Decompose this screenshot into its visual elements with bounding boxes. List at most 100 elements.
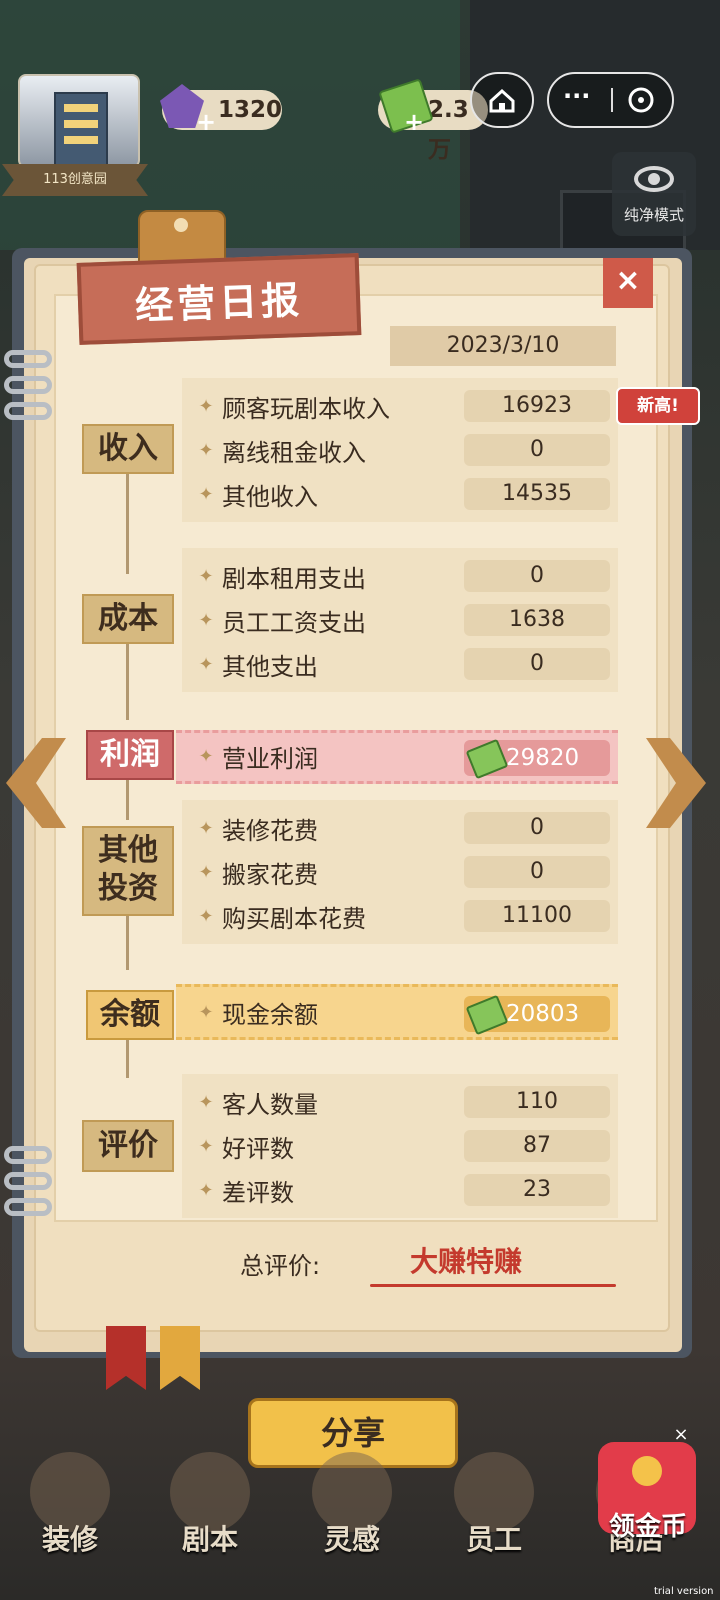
category-rating: 评价 bbox=[82, 1120, 174, 1172]
nav-item-staff[interactable]: 员工 bbox=[434, 1442, 554, 1600]
sparkle-icon: ✦ bbox=[198, 483, 214, 505]
category-cost: 成本 bbox=[82, 594, 174, 644]
chevron-left-icon bbox=[6, 738, 66, 828]
list-item: ✦ 差评数 bbox=[190, 1168, 460, 1212]
category-profit: 利润 bbox=[86, 730, 174, 780]
sparkle-icon: ✦ bbox=[198, 609, 214, 631]
list-item: ✦ 其他收入 bbox=[190, 472, 460, 516]
sparkle-icon: ✦ bbox=[198, 395, 214, 417]
binder-ring bbox=[4, 1146, 52, 1164]
sparkle-icon: ✦ bbox=[198, 653, 214, 675]
sparkle-icon: ✦ bbox=[198, 905, 214, 927]
item-label: 离线租金收入 bbox=[222, 438, 366, 467]
coin-icon bbox=[632, 1456, 662, 1486]
list-item: ✦ 现金余额 bbox=[190, 990, 450, 1034]
sparkle-icon: ✦ bbox=[198, 565, 214, 587]
report-date: 2023/3/10 bbox=[390, 326, 616, 366]
nav-label: 剧本 bbox=[181, 1523, 238, 1556]
nav-item-inspiration[interactable]: 灵感 bbox=[292, 1442, 412, 1600]
eye-icon bbox=[634, 166, 674, 192]
list-item: ✦ 装修花费 bbox=[190, 806, 460, 850]
home-button[interactable] bbox=[470, 72, 534, 128]
building-label: 113创意园 bbox=[2, 164, 148, 196]
report-title: 经营日报 bbox=[134, 277, 304, 328]
item-label: 好评数 bbox=[222, 1134, 294, 1163]
new-high-badge: 新高! bbox=[616, 387, 700, 425]
summary-label: 总评价: bbox=[240, 1252, 321, 1280]
sparkle-icon: ✦ bbox=[198, 817, 214, 839]
sparkle-icon: ✦ bbox=[198, 1135, 214, 1157]
item-value: 0 bbox=[464, 434, 610, 466]
sparkle-icon: ✦ bbox=[198, 1001, 214, 1023]
coin-button-label[interactable]: 领金币 bbox=[596, 1506, 700, 1543]
item-value: 110 bbox=[464, 1086, 610, 1118]
category-connector bbox=[126, 914, 129, 970]
pure-mode-button[interactable]: 纯净模式 bbox=[612, 152, 696, 236]
nav-label: 装修 bbox=[41, 1523, 98, 1556]
nav-label: 灵感 bbox=[323, 1523, 380, 1556]
item-value: 0 bbox=[464, 560, 610, 592]
list-item: ✦ 购买剧本花费 bbox=[190, 894, 460, 938]
item-label: 营业利润 bbox=[222, 744, 318, 773]
item-value: 87 bbox=[464, 1130, 610, 1162]
close-icon[interactable]: × bbox=[670, 1424, 692, 1446]
miniprogram-capsule: ··· bbox=[547, 72, 674, 128]
sparkle-icon: ✦ bbox=[198, 1179, 214, 1201]
item-label: 客人数量 bbox=[222, 1090, 318, 1119]
prev-page-button[interactable] bbox=[6, 738, 66, 828]
item-label: 搬家花费 bbox=[222, 860, 318, 889]
sparkle-icon: ✦ bbox=[198, 861, 214, 883]
add-cash-icon[interactable]: + bbox=[402, 110, 426, 134]
binder-ring bbox=[4, 402, 52, 420]
category-balance: 余额 bbox=[86, 990, 174, 1040]
item-label: 剧本租用支出 bbox=[222, 564, 366, 593]
verdict-underline bbox=[370, 1284, 616, 1287]
binder-ring bbox=[4, 376, 52, 394]
list-item: ✦ 好评数 bbox=[190, 1124, 460, 1168]
list-item: ✦ 其他支出 bbox=[190, 642, 460, 686]
category-investment-line2: 投资 bbox=[98, 871, 158, 906]
item-value: 1638 bbox=[464, 604, 610, 636]
category-investment: 其他 投资 bbox=[82, 826, 174, 916]
nav-item-scripts[interactable]: 剧本 bbox=[150, 1442, 270, 1600]
nav-label: 员工 bbox=[465, 1523, 522, 1556]
item-label: 装修花费 bbox=[222, 816, 318, 845]
list-item: ✦ 营业利润 bbox=[190, 734, 450, 778]
next-page-button[interactable] bbox=[646, 738, 706, 828]
item-value: 16923 bbox=[464, 390, 610, 422]
capsule-divider bbox=[611, 88, 613, 112]
list-item: ✦ 客人数量 bbox=[190, 1080, 460, 1124]
building-thumbnail[interactable] bbox=[18, 74, 140, 168]
binder-ring bbox=[4, 1198, 52, 1216]
category-connector bbox=[126, 640, 129, 720]
item-value: 0 bbox=[464, 856, 610, 888]
item-value: 14535 bbox=[464, 478, 610, 510]
item-label: 购买剧本花费 bbox=[222, 904, 366, 933]
sparkle-icon: ✦ bbox=[198, 1091, 214, 1113]
trial-watermark: trial version bbox=[654, 1586, 714, 1597]
list-item: ✦ 离线租金收入 bbox=[190, 428, 460, 472]
item-value: 0 bbox=[464, 812, 610, 844]
home-icon bbox=[489, 88, 515, 113]
report-title-banner: 经营日报 bbox=[76, 253, 362, 345]
more-menu-icon[interactable]: ··· bbox=[563, 82, 590, 110]
sparkle-icon: ✦ bbox=[198, 745, 214, 767]
list-item: ✦ 搬家花费 bbox=[190, 850, 460, 894]
list-item: ✦ 剧本租用支出 bbox=[190, 554, 460, 598]
item-label: 现金余额 bbox=[222, 1000, 318, 1029]
binder-ring bbox=[4, 350, 52, 368]
add-gems-icon[interactable]: + bbox=[194, 110, 218, 134]
binder-ring bbox=[4, 1172, 52, 1190]
close-button[interactable]: × bbox=[603, 258, 653, 308]
summary-row: 总评价: 大赚特赚 bbox=[54, 1224, 634, 1302]
chevron-right-icon bbox=[646, 738, 706, 828]
item-value: 11100 bbox=[464, 900, 610, 932]
sparkle-icon: ✦ bbox=[198, 439, 214, 461]
item-label: 差评数 bbox=[222, 1178, 294, 1207]
item-label: 其他支出 bbox=[222, 652, 318, 681]
exit-icon[interactable] bbox=[627, 86, 655, 114]
list-item: ✦ 顾客玩剧本收入 bbox=[190, 384, 460, 428]
category-connector bbox=[126, 780, 129, 820]
nav-item-decorate[interactable]: 装修 bbox=[10, 1442, 130, 1600]
category-investment-line1: 其他 bbox=[98, 833, 158, 868]
